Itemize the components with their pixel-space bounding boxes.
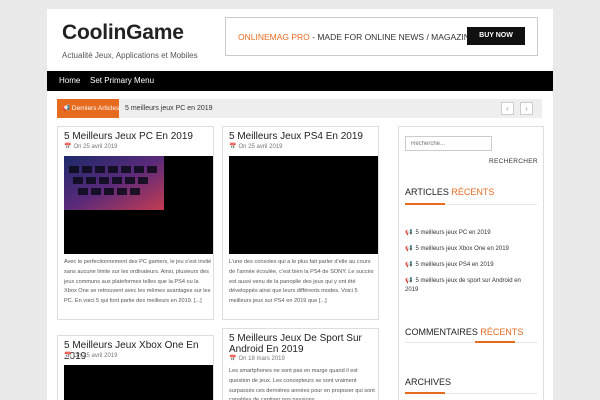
post-title[interactable]: 5 Meilleurs Jeux PC En 2019: [64, 131, 212, 142]
megaphone-icon: 📢: [405, 278, 413, 284]
post-thumbnail[interactable]: [229, 156, 378, 254]
post-date-text: On 25 avril 2019: [73, 144, 118, 150]
post-thumbnail[interactable]: [64, 156, 213, 254]
search-input[interactable]: [405, 136, 492, 151]
widget-title-recent-articles: ARTICLES RÉCENTS: [405, 187, 494, 197]
ticker-label: 📢 Derniers Articles: [57, 99, 119, 118]
megaphone-icon: 📢: [62, 105, 71, 112]
post-card: 5 Meilleurs Jeux Xbox One En 2019 📅 On 25…: [57, 335, 214, 400]
page: CoolinGame Actualité Jeux, Applications …: [47, 9, 553, 400]
recent-article-text: 5 meilleurs jeux Xbox One en 2019: [415, 246, 509, 252]
ticker-next-button[interactable]: ›: [520, 102, 533, 115]
ticker-prev-button[interactable]: ‹: [501, 102, 514, 115]
widget-divider-accent: [405, 203, 445, 205]
recent-article-link[interactable]: 📢 5 meilleurs jeux PC en 2019: [405, 229, 535, 238]
post-card: 5 Meilleurs Jeux PS4 En 2019 📅 On 25 avri…: [222, 126, 379, 320]
recent-article-link[interactable]: 📢 5 meilleurs jeux de sport sur Android e…: [405, 277, 535, 295]
calendar-icon: 📅: [229, 356, 237, 362]
megaphone-icon: 📢: [405, 262, 413, 268]
post-date-text: On 18 mars 2019: [238, 356, 285, 362]
news-ticker: 📢 Derniers Articles 5 meilleurs jeux PC …: [57, 99, 542, 118]
widget-title-archives: ARCHIVES: [405, 377, 452, 387]
calendar-icon: 📅: [64, 353, 72, 359]
recent-article-text: 5 meilleurs jeux PS4 en 2019: [415, 262, 494, 268]
post-card: 5 Meilleurs Jeux De Sport Sur Android En…: [222, 328, 379, 400]
widget-divider-accent: [405, 392, 445, 394]
sidebar: RECHERCHER ARTICLES RÉCENTS 📢5 meilleurs…: [398, 126, 544, 400]
post-title[interactable]: 5 Meilleurs Jeux De Sport Sur Android En…: [229, 333, 377, 355]
post-date: 📅 On 18 mars 2019: [229, 355, 285, 362]
megaphone-icon: 📢: [405, 230, 413, 236]
widget-title-accent: RÉCENTS: [451, 187, 495, 197]
post-excerpt: Les smartphones ne sont pas en marge qua…: [229, 368, 375, 400]
recent-article-link[interactable]: 📢 5 meilleurs jeux Xbox One en 2019: [405, 245, 535, 254]
buy-now-button[interactable]: BUY NOW: [467, 27, 525, 45]
recent-article-text: 5 meilleurs jeux de sport sur Android en…: [405, 278, 521, 293]
post-date: 📅 On 25 avril 2019: [229, 143, 283, 150]
calendar-icon: 📅: [64, 144, 72, 150]
post-card: 5 Meilleurs Jeux PC En 2019 📅 On 25 avril…: [57, 126, 214, 320]
post-date-text: On 25 avril 2019: [238, 144, 283, 150]
banner-highlight: ONLINEMAG PRO: [238, 32, 310, 42]
widget-divider: [405, 203, 537, 205]
widget-title-accent: RÉCENTS: [480, 327, 524, 337]
banner-text: ONLINEMAG PRO - MADE FOR ONLINE NEWS / M…: [238, 32, 476, 42]
widget-divider: [405, 341, 537, 343]
site-title[interactable]: CoolinGame: [62, 21, 198, 45]
recent-article-link[interactable]: 📢 5 meilleurs jeux PS4 en 2019: [405, 261, 535, 270]
header-banner-ad[interactable]: ONLINEMAG PRO - MADE FOR ONLINE NEWS / M…: [225, 17, 538, 56]
post-excerpt: L’une des consoles qui a le plus fait pa…: [229, 259, 374, 305]
megaphone-icon: 📢: [405, 246, 413, 252]
widget-title-recent-comments: COMMENTAIRES RÉCENTS: [405, 327, 523, 337]
calendar-icon: 📅: [229, 144, 237, 150]
widget-title-text: COMMENTAIRES: [405, 327, 478, 337]
search-button[interactable]: RECHERCHER: [489, 158, 538, 165]
nav-item-home[interactable]: Home: [59, 71, 80, 91]
recent-article-text: 5 meilleurs jeux PC en 2019: [415, 230, 491, 236]
widget-divider: [405, 392, 537, 394]
post-date: 📅 On 25 avril 2019: [64, 352, 118, 359]
nav-item-set-primary-menu[interactable]: Set Primary Menu: [90, 71, 154, 91]
banner-tagline: - MADE FOR ONLINE NEWS / MAGAZINE: [309, 32, 476, 42]
widget-divider-accent: [475, 341, 515, 343]
post-date: 📅 On 25 avril 2019: [64, 143, 118, 150]
ticker-headline[interactable]: 5 meilleurs jeux PC en 2019: [125, 99, 213, 118]
post-title[interactable]: 5 Meilleurs Jeux PS4 En 2019: [229, 131, 377, 142]
post-date-text: On 25 avril 2019: [73, 353, 118, 359]
ticker-label-text: Derniers Articles: [71, 105, 120, 112]
site-branding: CoolinGame Actualité Jeux, Applications …: [62, 21, 198, 60]
site-description: Actualité Jeux, Applications et Mobiles: [62, 51, 198, 60]
post-excerpt: Avec le perfectionnement des PC gamers, …: [64, 259, 212, 305]
primary-nav: Home Set Primary Menu: [47, 71, 553, 91]
post-thumbnail[interactable]: [64, 365, 213, 400]
widget-title-text: ARTICLES: [405, 187, 449, 197]
keyboard-image: [64, 156, 164, 210]
